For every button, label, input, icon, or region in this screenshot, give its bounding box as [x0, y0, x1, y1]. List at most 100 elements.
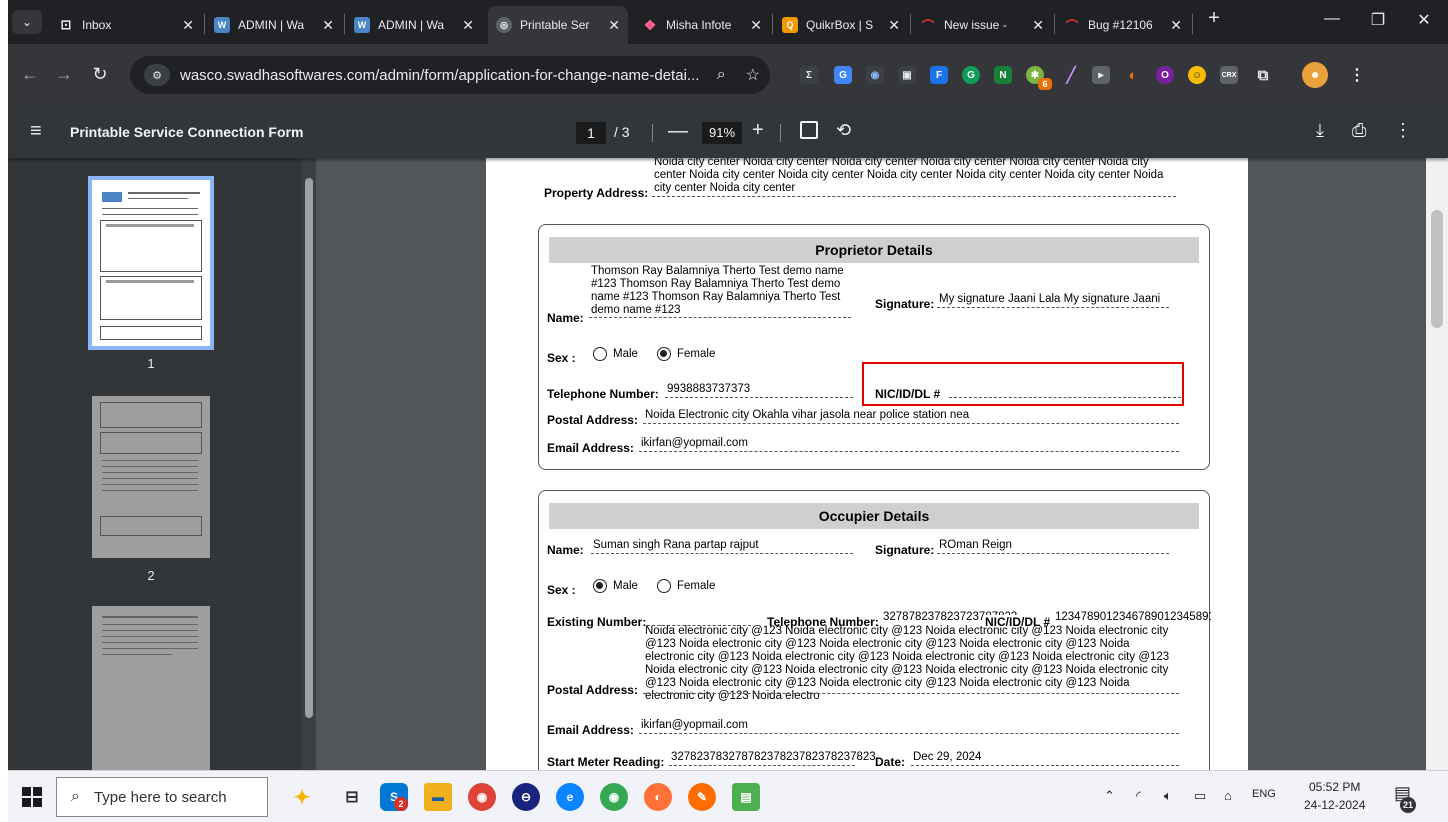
- back-button[interactable]: ←: [18, 64, 42, 85]
- close-icon[interactable]: ✕: [1032, 17, 1044, 34]
- tab-quikrbox[interactable]: Q QuikrBox | S ✕: [774, 6, 908, 44]
- tray-chevron-icon[interactable]: ⌃: [1104, 788, 1115, 804]
- close-icon[interactable]: ✕: [462, 17, 474, 34]
- tab-search-button[interactable]: ⌄: [12, 10, 42, 34]
- tab-misha[interactable]: ❖ Misha Infote ✕: [634, 6, 770, 44]
- close-icon[interactable]: ✕: [750, 17, 762, 34]
- thumbnail-number: 2: [147, 568, 155, 583]
- date-label: Date:: [875, 755, 906, 769]
- property-address-value: city center Noida city center: [654, 182, 796, 194]
- fb-extension-icon[interactable]: F: [930, 66, 948, 84]
- sex-male-radio[interactable]: [593, 347, 607, 361]
- postman-icon[interactable]: ✎: [688, 783, 716, 811]
- forward-button[interactable]: →: [52, 64, 76, 85]
- close-window-button[interactable]: ✕: [1412, 10, 1436, 30]
- zoom-level-input[interactable]: 91%: [702, 122, 742, 144]
- close-icon[interactable]: ✕: [1170, 17, 1182, 34]
- signature-label: Signature:: [875, 297, 935, 311]
- pen-extension-icon[interactable]: ╱: [1062, 66, 1080, 84]
- address-bar[interactable]: ⚙ wasco.swadhasoftwares.com/admin/form/a…: [130, 56, 770, 94]
- firefox-icon[interactable]: ◐: [644, 783, 672, 811]
- grammarly-extension-icon[interactable]: G: [962, 66, 980, 84]
- tab-admin-1[interactable]: W ADMIN | Wa ✕: [206, 6, 342, 44]
- volume-icon[interactable]: 🔈︎: [1164, 788, 1172, 804]
- tab-label: Inbox: [82, 18, 112, 32]
- copilot-sparkle-icon[interactable]: ✦: [288, 783, 316, 811]
- close-icon[interactable]: ✕: [888, 17, 900, 34]
- battery-icon[interactable]: ▭: [1194, 788, 1206, 804]
- restore-button[interactable]: ❐: [1366, 10, 1390, 30]
- sex-female-radio[interactable]: [657, 579, 671, 593]
- tab-bug[interactable]: ⌒ Bug #12106 ✕: [1056, 6, 1190, 44]
- sigma-extension-icon[interactable]: Σ: [800, 66, 818, 84]
- browser-menu-icon[interactable]: ⋮: [1348, 66, 1366, 84]
- menu-icon[interactable]: ≡: [30, 120, 42, 143]
- zoom-icon[interactable]: ⌕: [717, 66, 726, 84]
- chrome-icon[interactable]: ◉: [468, 783, 496, 811]
- postal-address-label: Postal Address:: [547, 413, 638, 427]
- tab-label: ADMIN | Wa: [378, 18, 445, 32]
- zoom-out-button[interactable]: —: [668, 120, 688, 143]
- edge-icon[interactable]: e: [556, 783, 584, 811]
- chrome-canary-icon[interactable]: ◉: [600, 783, 628, 811]
- more-options-icon[interactable]: ⋮: [1394, 120, 1412, 141]
- page-number-input[interactable]: 1: [576, 122, 606, 144]
- notepad-icon[interactable]: ▤: [732, 783, 760, 811]
- zoom-in-button[interactable]: +: [752, 119, 764, 142]
- reload-button[interactable]: ↻: [88, 64, 112, 85]
- language-indicator[interactable]: ENG: [1252, 788, 1276, 800]
- taskbar-search[interactable]: ⌕ Type here to search: [56, 777, 268, 817]
- bookmark-star-icon[interactable]: ☆: [746, 65, 760, 85]
- close-icon[interactable]: ✕: [322, 17, 334, 34]
- n-extension-icon[interactable]: N: [994, 66, 1012, 84]
- window-extension-icon[interactable]: ▣: [898, 66, 916, 84]
- onedrive-icon[interactable]: ⌂: [1224, 788, 1232, 803]
- new-tab-button[interactable]: +: [1202, 7, 1226, 30]
- url-text[interactable]: wasco.swadhasoftwares.com/admin/form/app…: [180, 67, 707, 84]
- task-view-icon[interactable]: ⊟: [338, 783, 366, 811]
- signature-label: Signature:: [875, 543, 935, 557]
- rotate-icon[interactable]: ⟲: [836, 120, 851, 141]
- fit-page-icon[interactable]: [800, 121, 818, 139]
- print-icon[interactable]: ⎙: [1352, 120, 1366, 141]
- windows-start-icon[interactable]: [22, 787, 42, 807]
- close-icon[interactable]: ✕: [608, 17, 620, 34]
- tab-printable-service[interactable]: ◎ Printable Ser ✕: [488, 6, 628, 44]
- o-extension-icon[interactable]: O: [1156, 66, 1174, 84]
- thumbnail-page-1[interactable]: [88, 176, 214, 350]
- sex-female-radio[interactable]: [657, 347, 671, 361]
- proprietor-signature-value: My signature Jaani Lala My signature Jaa…: [939, 293, 1161, 305]
- tab-inbox[interactable]: ⊡ Inbox ✕: [50, 6, 202, 44]
- extension-badge: 6: [1038, 78, 1052, 90]
- occupier-section: Occupier Details Name: Suman singh Rana …: [538, 490, 1211, 770]
- profile-avatar[interactable]: ☻: [1302, 62, 1328, 88]
- radio-label: Female: [677, 580, 716, 592]
- translate-extension-icon[interactable]: G: [834, 66, 852, 84]
- file-explorer-icon[interactable]: ▬: [424, 783, 452, 811]
- wifi-icon[interactable]: ◜: [1136, 788, 1141, 804]
- tab-admin-2[interactable]: W ADMIN | Wa ✕: [346, 6, 482, 44]
- pdf-title: Printable Service Connection Form: [70, 124, 304, 140]
- sex-male-radio[interactable]: [593, 579, 607, 593]
- screen-extension-icon[interactable]: ◉: [866, 66, 884, 84]
- clock[interactable]: 05:52 PM 24-12-2024: [1304, 778, 1365, 814]
- face-extension-icon[interactable]: ☺: [1188, 66, 1206, 84]
- extensions-puzzle-icon[interactable]: ⧉: [1254, 66, 1272, 84]
- download-icon[interactable]: ⤓: [1316, 120, 1324, 141]
- close-icon[interactable]: ✕: [182, 17, 194, 34]
- browser-icon[interactable]: ⊖: [512, 783, 540, 811]
- crx-extension-icon[interactable]: CRX: [1220, 66, 1238, 84]
- viewer-scrollbar[interactable]: [1426, 158, 1448, 770]
- sidebar-scrollbar[interactable]: [302, 158, 316, 770]
- tab-new-issue[interactable]: ⌒ New issue - ✕: [912, 6, 1052, 44]
- site-info-icon[interactable]: ⚙: [144, 64, 170, 86]
- clock-time: 05:52 PM: [1309, 780, 1361, 794]
- minimize-button[interactable]: —: [1320, 10, 1344, 28]
- proprietor-name-value: Thomson Ray Balamniya Therto Test demo n…: [591, 265, 844, 316]
- thumbnail-page-2[interactable]: [92, 396, 210, 558]
- cursor-extension-icon[interactable]: ▸: [1092, 66, 1110, 84]
- swirl-extension-icon[interactable]: ◐: [1124, 66, 1142, 84]
- thumbnail-page-3[interactable]: [92, 606, 210, 770]
- radio-label: Female: [677, 348, 716, 360]
- radio-label: Male: [613, 580, 638, 592]
